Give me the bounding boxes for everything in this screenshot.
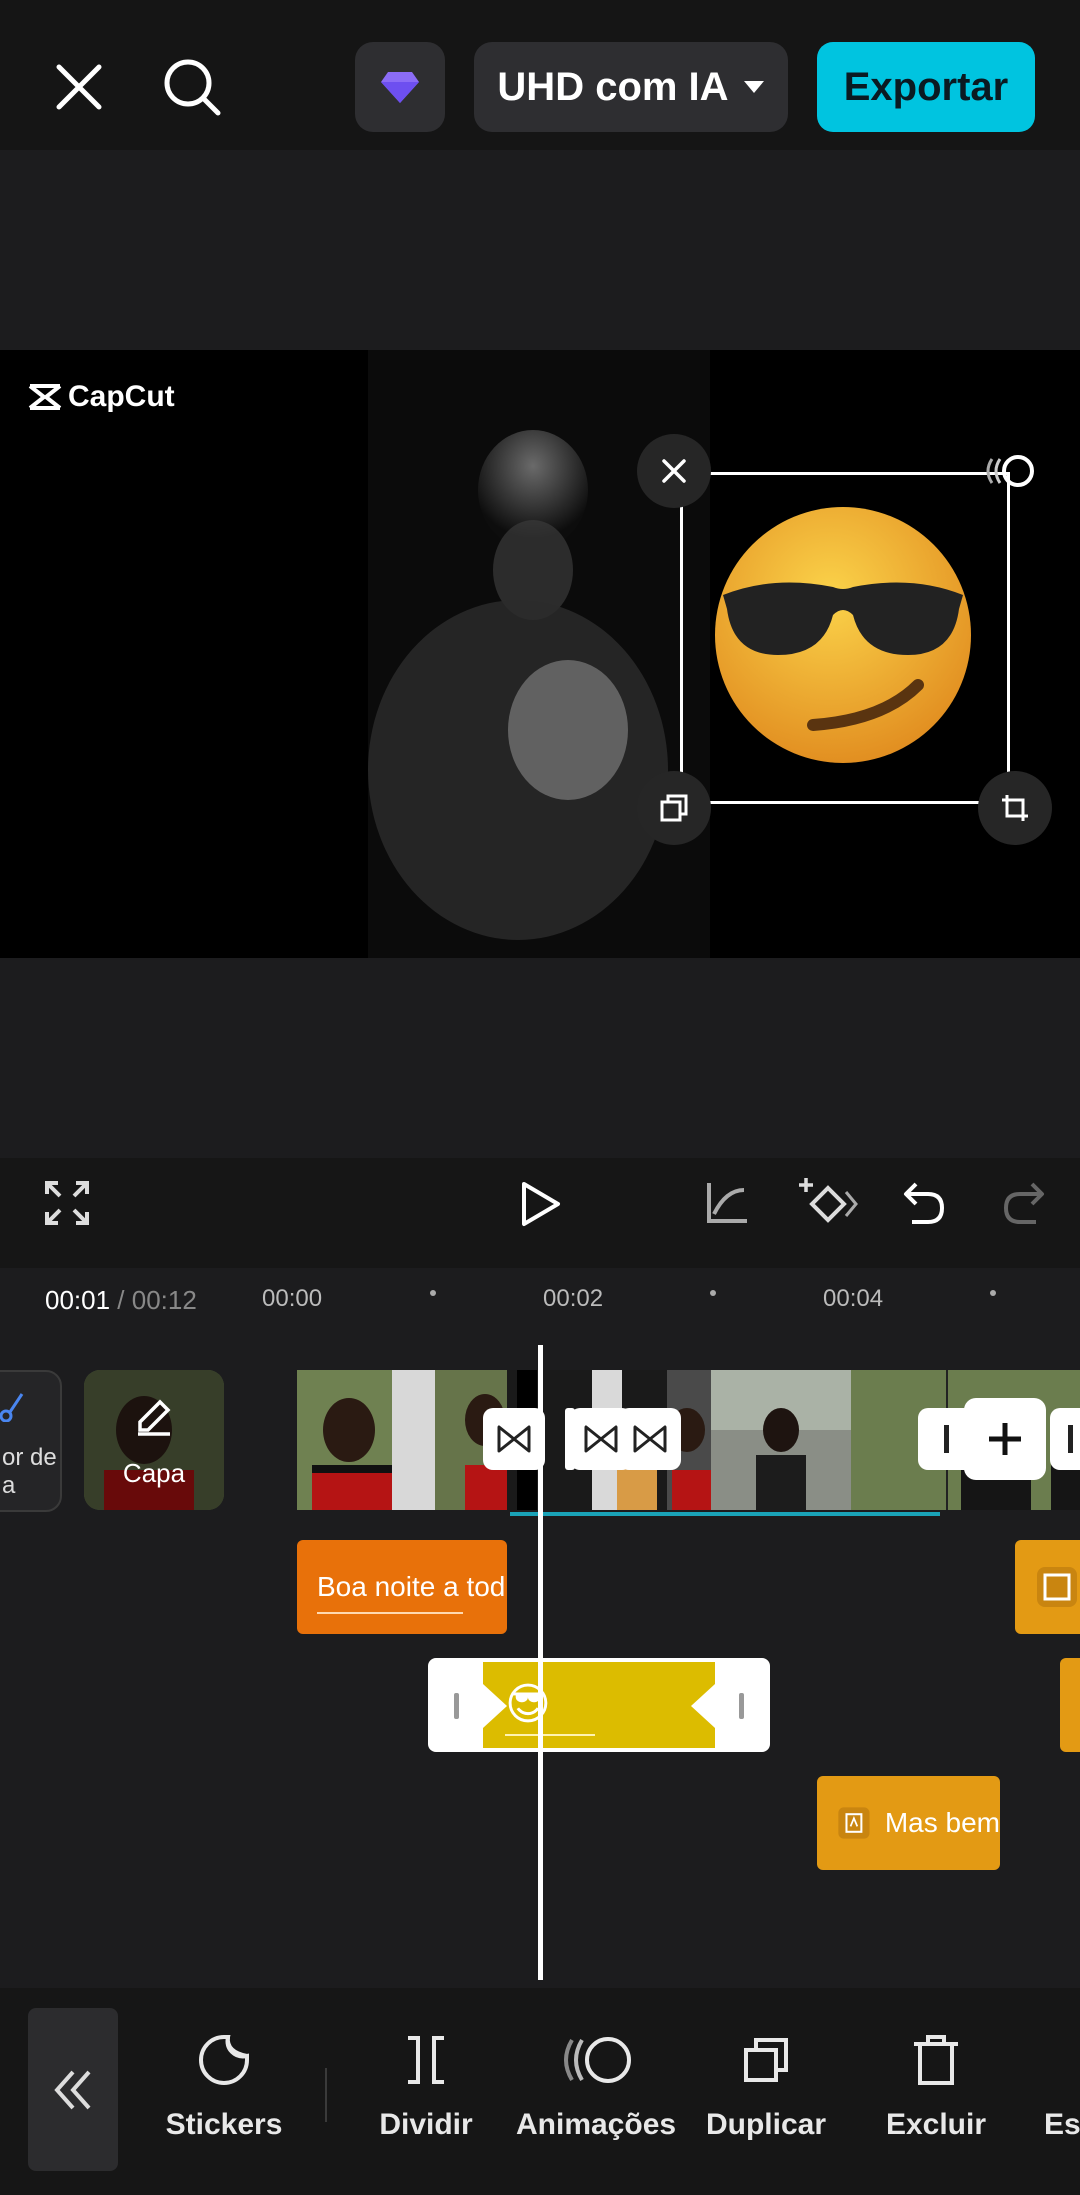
quality-dropdown[interactable]: UHD com IA — [474, 42, 788, 132]
sticker-copy-handle[interactable] — [637, 771, 711, 845]
player-controls — [0, 1158, 1080, 1268]
delete-tool[interactable]: Excluir — [876, 2028, 996, 2142]
animation-icon — [564, 2037, 631, 2083]
toolbar-divider — [325, 2068, 327, 2122]
time-ruler[interactable]: 00:01 / 00:12 00:00 00:02 00:04 — [0, 1268, 1080, 1328]
transition-icon — [497, 1425, 531, 1453]
ruler-tick-label: 00:04 — [823, 1285, 884, 1312]
sticker-selection-frame[interactable] — [680, 472, 1010, 804]
cover-label: Capa — [122, 1458, 186, 1488]
duplicate-icon — [744, 2038, 788, 2082]
sticker-icon — [199, 2035, 249, 2085]
edit-icon — [132, 1394, 176, 1443]
premium-button[interactable] — [355, 42, 445, 132]
trash-icon — [914, 2035, 958, 2085]
ruler-dot — [990, 1290, 996, 1296]
keyframe-out-marker — [691, 1684, 715, 1728]
playhead[interactable] — [538, 1345, 543, 1980]
audio-waveform-line — [510, 1512, 940, 1516]
resize-icon — [1002, 795, 1028, 821]
watermark-text: CapCut — [68, 380, 175, 413]
current-time: 00:01 — [45, 1285, 111, 1315]
sticker-emoji[interactable] — [713, 505, 973, 765]
sticker-clip-body[interactable]: 😎 — [483, 1662, 715, 1748]
export-button[interactable]: Exportar — [817, 42, 1035, 132]
close-icon — [662, 459, 686, 483]
text-template-icon — [1037, 1567, 1077, 1607]
time-separator: / — [110, 1285, 132, 1315]
clip-divider-button[interactable] — [1050, 1408, 1080, 1470]
diamond-icon — [381, 72, 419, 103]
duplicate-tool[interactable]: Duplicar — [704, 2028, 828, 2142]
tool-label: Animações — [516, 2108, 677, 2141]
video-clip-thumb[interactable] — [297, 1370, 435, 1510]
split-tool[interactable]: Dividir — [366, 2028, 486, 2142]
close-icon[interactable] — [42, 50, 116, 124]
sticker-resize-handle[interactable] — [978, 771, 1052, 845]
transition-icon — [633, 1425, 667, 1453]
quality-label: UHD com IA — [497, 64, 729, 109]
capcut-watermark: CapCut — [28, 380, 175, 414]
tool-label: Esp — [1044, 2108, 1080, 2141]
add-clip-button[interactable] — [964, 1398, 1046, 1480]
time-readout: 00:01 / 00:12 — [45, 1285, 197, 1316]
capcut-logo-icon — [28, 384, 62, 410]
animations-tool[interactable]: Animações — [516, 2028, 676, 2142]
bottom-toolbar: Stickers Dividir Animações Duplicar Excl… — [0, 1988, 1080, 2195]
ruler-tick-label: 00:00 — [262, 1285, 323, 1312]
play-icon[interactable] — [518, 1180, 568, 1230]
sticker-clip-thumb: 😎 — [505, 1680, 551, 1729]
mirror-icon — [1076, 2034, 1080, 2086]
sticker-clip-selected[interactable]: 😎 — [428, 1658, 770, 1752]
text-template-icon — [838, 1807, 870, 1839]
tool-label: Excluir — [885, 2108, 987, 2141]
sticker-animate-handle[interactable] — [975, 436, 1045, 506]
plus-icon — [989, 1423, 1021, 1455]
stickers-tool[interactable]: Stickers — [164, 2028, 284, 2142]
ruler-dot — [430, 1290, 436, 1296]
split-icon — [408, 2036, 444, 2084]
search-icon[interactable] — [155, 50, 229, 124]
double-chevron-left-icon — [54, 2070, 91, 2109]
tool-label: or de — [2, 1444, 57, 1471]
keyframe-in-marker — [483, 1684, 507, 1728]
animation-arrow — [317, 1612, 463, 1614]
cover-button[interactable]: Capa — [84, 1370, 224, 1510]
caret-down-icon — [743, 81, 764, 93]
text-clip-label: Mas bem — [884, 1807, 1000, 1838]
total-time: 00:12 — [131, 1285, 197, 1315]
text-clip-label: Boa noite a tod — [317, 1571, 506, 1602]
video-clip-thumb[interactable] — [711, 1370, 851, 1510]
animation-arrow — [505, 1734, 595, 1736]
text-clip[interactable]: Mas bem — [817, 1776, 1000, 1870]
transition-icon — [584, 1425, 618, 1453]
undo-icon[interactable] — [902, 1180, 952, 1230]
transition-button[interactable] — [483, 1408, 545, 1470]
tool-label: Duplicar — [705, 2108, 827, 2141]
fullscreen-icon[interactable] — [44, 1180, 94, 1230]
collapse-button[interactable] — [28, 2008, 118, 2171]
ruler-tick-label: 00:02 — [543, 1285, 604, 1312]
mirror-tool[interactable]: Esp — [1040, 2028, 1080, 2142]
tool-label: Stickers — [165, 2108, 283, 2141]
trim-handle-left[interactable] — [454, 1693, 459, 1719]
transition-button[interactable] — [619, 1408, 681, 1470]
video-canvas[interactable]: CapCut — [0, 350, 1080, 958]
trim-handle-right[interactable] — [739, 1693, 744, 1719]
top-bar: UHD com IA Exportar — [0, 0, 1080, 150]
sticker-clip[interactable] — [1060, 1658, 1080, 1752]
copy-icon — [660, 794, 688, 822]
sticker-delete-handle[interactable] — [637, 434, 711, 508]
audio-tool-button[interactable]: or de a — [0, 1370, 62, 1512]
tool-label: a — [2, 1472, 16, 1499]
redo-icon[interactable] — [1002, 1180, 1052, 1230]
text-clip[interactable] — [1015, 1540, 1080, 1634]
scissors-icon — [0, 1392, 24, 1429]
graph-icon[interactable] — [706, 1180, 756, 1230]
tool-label: Dividir — [379, 2108, 473, 2141]
ruler-dot — [710, 1290, 716, 1296]
keyframe-add-icon[interactable] — [798, 1176, 858, 1232]
text-clip[interactable]: Boa noite a tod — [297, 1540, 507, 1634]
animation-icon — [986, 455, 1034, 487]
